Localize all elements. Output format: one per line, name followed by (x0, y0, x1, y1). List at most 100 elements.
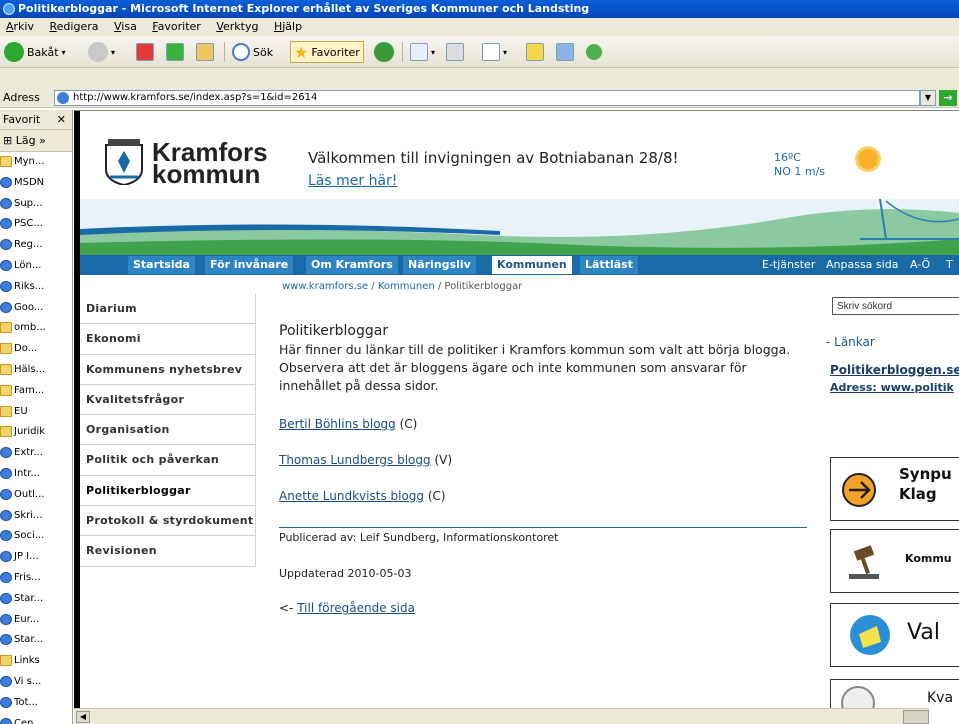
favorite-item[interactable]: EU (0, 402, 72, 423)
folder-icon (0, 405, 12, 417)
val-banner[interactable]: Val (830, 603, 959, 667)
scroll-left-icon[interactable]: ◀ (76, 711, 90, 723)
sidebar-item-diarium[interactable]: Diarium (80, 294, 255, 325)
politikerbloggen-address-link[interactable]: Adress: www.politik (830, 381, 954, 394)
favorite-item[interactable]: Star... (0, 589, 72, 610)
edit-button[interactable]: ▾ (482, 41, 507, 63)
welcome-read-more-link[interactable]: Läs mer här! (308, 173, 397, 189)
favorite-item[interactable]: Juridik (0, 422, 72, 443)
favorite-item[interactable]: Intr... (0, 464, 72, 485)
favorite-item[interactable]: omb... (0, 318, 72, 339)
menu-favoriter[interactable]: Favoriter (146, 18, 207, 36)
nav-tab-for-invanare[interactable]: För invånare (205, 256, 294, 274)
nav-tab-kommunen[interactable]: Kommunen (492, 256, 572, 274)
favorite-item[interactable]: Outl... (0, 485, 72, 506)
nav-tab-startsida[interactable]: Startsida (128, 256, 195, 274)
sidebar-item-ekonomi[interactable]: Ekonomi (80, 324, 255, 355)
breadcrumb-home-link[interactable]: www.kramfors.se (282, 281, 368, 292)
favorite-item[interactable]: Cen... (0, 714, 72, 724)
menu-visa[interactable]: Visa (108, 18, 143, 36)
mail-button[interactable]: ▾ (410, 41, 435, 63)
horizontal-scrollbar[interactable]: ◀ (74, 708, 929, 724)
favorite-item[interactable]: Do... (0, 339, 72, 360)
chevron-down-icon: ▾ (431, 47, 436, 57)
sidebar-item-politik-och-påverkan[interactable]: Politik och påverkan (80, 445, 255, 476)
favorite-item[interactable]: Fris... (0, 568, 72, 589)
go-button[interactable]: → (939, 90, 957, 106)
sidebar-item-kommunens-nyhetsbrev[interactable]: Kommunens nyhetsbrev (80, 355, 255, 385)
stop-button[interactable] (136, 41, 154, 63)
back-button[interactable]: Bakåt ▾ (4, 41, 66, 63)
favorite-item[interactable]: Links (0, 651, 72, 672)
nav-link-e-tjanster[interactable]: E-tjänster (762, 258, 815, 271)
favorite-item[interactable]: Fam... (0, 381, 72, 402)
favorite-item-label: Juridik (14, 426, 46, 438)
favorite-item[interactable]: Häls... (0, 360, 72, 381)
forward-button[interactable]: ▾ (88, 41, 115, 63)
favorite-item[interactable]: MSDN (0, 173, 72, 194)
politikerbloggen-link[interactable]: Politikerbloggen.se (830, 363, 959, 377)
research-icon (556, 43, 574, 61)
favorite-item[interactable]: Tot... (0, 693, 72, 714)
breadcrumb-section-link[interactable]: Kommunen (378, 281, 435, 292)
stop-icon (136, 43, 154, 61)
sidebar-item-protokoll-styrdokument[interactable]: Protokoll & styrdokument (80, 506, 255, 537)
favorite-item[interactable]: Riks... (0, 277, 72, 298)
close-icon[interactable]: ✕ (57, 110, 66, 130)
address-input[interactable]: http://www.kramfors.se/index.asp?s=1&id=… (54, 90, 920, 106)
synpunkter-banner[interactable]: Synpu Klag (830, 457, 959, 521)
favorite-item[interactable]: Extr... (0, 443, 72, 464)
blog-link-bertil-bohlin[interactable]: Bertil Böhlins blogg (279, 417, 396, 431)
add-favorite-button[interactable]: ⊞ Läg » (0, 130, 72, 152)
favorite-item[interactable]: Soci... (0, 526, 72, 547)
favorite-item[interactable]: PSC... (0, 214, 72, 235)
previous-page-link[interactable]: Till föregående sida (297, 601, 415, 615)
menu-verktyg[interactable]: Verktyg (210, 18, 264, 36)
favorite-item[interactable]: Goo... (0, 298, 72, 319)
address-dropdown-button[interactable]: ▼ (920, 90, 936, 106)
internet-explorer-icon (3, 3, 15, 15)
favorite-item[interactable]: Reg... (0, 235, 72, 256)
sidebar-item-revisionen[interactable]: Revisionen (80, 536, 255, 567)
home-button[interactable] (196, 41, 214, 63)
nav-link-a-o[interactable]: A-Ö (910, 258, 930, 271)
internet-explorer-icon (0, 592, 12, 604)
nav-tab-lattlast[interactable]: Lättläst (580, 256, 638, 274)
nav-link-t[interactable]: T (946, 258, 953, 271)
favorite-item[interactable]: JP I... (0, 547, 72, 568)
favorites-button[interactable]: ★ Favoriter (290, 41, 364, 63)
blog-link-thomas-lundberg[interactable]: Thomas Lundbergs blogg (279, 453, 431, 467)
history-button[interactable] (374, 41, 394, 63)
research-button[interactable] (556, 41, 574, 63)
refresh-button[interactable] (166, 41, 184, 63)
sidebar-item-politikerbloggar[interactable]: Politikerbloggar (80, 476, 255, 507)
favorite-item[interactable]: Star... (0, 630, 72, 651)
menu-redigera[interactable]: Redigera (44, 18, 105, 36)
menu-arkiv[interactable]: Arkiv (0, 18, 40, 36)
favorite-item[interactable]: Vi s... (0, 672, 72, 693)
menu-hjalp[interactable]: Hjälp (268, 18, 308, 36)
favorite-item[interactable]: Sup... (0, 194, 72, 215)
site-search-input[interactable] (832, 297, 959, 315)
nav-tab-naringsliv[interactable]: Näringsliv (403, 256, 476, 274)
notes-button[interactable] (526, 41, 544, 63)
nav-link-anpassa-sida[interactable]: Anpassa sida (826, 258, 898, 271)
site-logo-text[interactable]: Kramfors kommun (152, 139, 268, 187)
favorite-item[interactable]: Lön... (0, 256, 72, 277)
sidebar-item-organisation[interactable]: Organisation (80, 415, 255, 446)
menu-bar: Arkiv Redigera Visa Favoriter Verktyg Hj… (0, 18, 959, 36)
kramfors-crest-icon[interactable] (104, 139, 144, 185)
kvalitet-banner-text: Kva (927, 690, 954, 706)
print-button[interactable] (446, 41, 464, 63)
messenger-button[interactable] (586, 41, 602, 63)
scrollbar-thumb[interactable] (903, 710, 929, 724)
sidebar-item-kvalitetsfrågor[interactable]: Kvalitetsfrågor (80, 385, 255, 416)
favorite-item[interactable]: Eur... (0, 610, 72, 631)
favorite-item[interactable]: Skri... (0, 506, 72, 527)
blog-link-anette-lundkvist[interactable]: Anette Lundkvists blogg (279, 489, 424, 503)
nav-tab-om-kramfors[interactable]: Om Kramfors (306, 256, 398, 274)
favorite-item-label: Extr... (14, 447, 43, 459)
kommun-banner[interactable]: Kommu (830, 529, 959, 593)
favorite-item[interactable]: Myn... (0, 152, 72, 173)
search-button[interactable]: Sök (232, 41, 273, 63)
